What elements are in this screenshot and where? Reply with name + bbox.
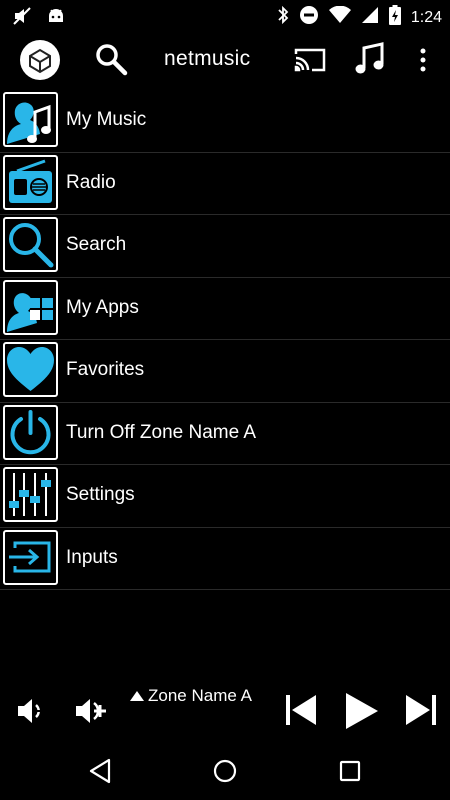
- app-logo-icon[interactable]: [20, 40, 60, 80]
- android-icon: [46, 6, 66, 31]
- music-note-icon[interactable]: [354, 42, 386, 76]
- overflow-menu-icon[interactable]: [414, 44, 432, 78]
- zone-name: Zone Name A: [148, 686, 252, 705]
- clock: 1:24: [410, 8, 442, 26]
- battery-charging-icon: [388, 5, 401, 30]
- do-not-disturb-icon: [299, 5, 319, 30]
- heart-icon: [3, 342, 58, 397]
- radio-icon: [3, 154, 58, 210]
- home-icon[interactable]: [213, 759, 237, 783]
- bluetooth-icon: [277, 5, 289, 30]
- signal-icon: [361, 6, 379, 29]
- menu-item-my-apps[interactable]: My Apps: [0, 278, 450, 340]
- volume-down-icon[interactable]: [14, 694, 48, 728]
- mute-off-icon: [12, 6, 32, 31]
- menu-item-label: Radio: [66, 171, 116, 193]
- menu-item-label: Inputs: [66, 546, 118, 568]
- menu-item-label: Favorites: [66, 359, 145, 380]
- menu-item-settings[interactable]: Settings: [0, 465, 450, 528]
- skip-next-icon[interactable]: [404, 694, 438, 726]
- menu-item-search[interactable]: Search: [0, 215, 450, 278]
- app-bar: netmusic: [0, 32, 450, 90]
- menu-item-label: Settings: [66, 484, 135, 505]
- navigation-bar: [0, 742, 450, 800]
- zone-selector[interactable]: Zone Name A: [130, 686, 252, 706]
- menu-item-my-music[interactable]: My Music: [0, 90, 450, 153]
- power-icon: [3, 404, 58, 460]
- volume-up-icon[interactable]: [72, 694, 110, 728]
- main-menu: My Music Radio Search My Apps Favorites …: [0, 90, 450, 590]
- menu-item-label: My Apps: [66, 296, 139, 318]
- status-bar: 1:24: [0, 0, 450, 32]
- my-apps-icon: [3, 279, 58, 335]
- menu-item-label: Search: [66, 234, 127, 255]
- menu-item-label: My Music: [66, 109, 147, 130]
- input-icon: [3, 529, 58, 585]
- search-icon: [3, 217, 58, 272]
- app-title: netmusic: [164, 47, 251, 70]
- menu-item-favorites[interactable]: Favorites: [0, 340, 450, 403]
- wifi-icon: [328, 5, 351, 29]
- menu-item-label: Turn Off Zone Name A: [66, 421, 257, 443]
- search-icon[interactable]: [94, 42, 128, 76]
- cast-icon[interactable]: [294, 46, 326, 74]
- back-icon[interactable]: [88, 758, 112, 784]
- menu-item-inputs[interactable]: Inputs: [0, 528, 450, 590]
- play-icon[interactable]: [344, 692, 380, 730]
- recents-icon[interactable]: [339, 760, 361, 782]
- my-music-icon: [3, 92, 58, 147]
- menu-item-radio[interactable]: Radio: [0, 153, 450, 215]
- triangle-up-icon: [130, 691, 144, 701]
- skip-previous-icon[interactable]: [284, 694, 318, 726]
- equalizer-icon: [3, 467, 58, 522]
- player-bar: Zone Name A: [0, 682, 450, 742]
- menu-item-turn-off-zone[interactable]: Turn Off Zone Name A: [0, 403, 450, 465]
